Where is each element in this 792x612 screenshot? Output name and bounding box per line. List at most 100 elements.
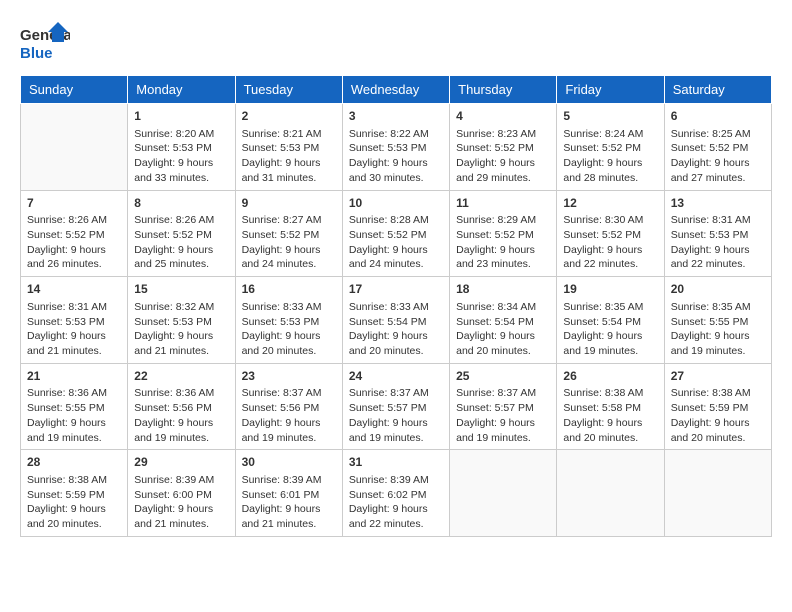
day-of-week-header: Friday — [557, 76, 664, 104]
daylight-text: Daylight: 9 hours and 20 minutes. — [563, 416, 657, 445]
daylight-text: Daylight: 9 hours and 23 minutes. — [456, 243, 550, 272]
calendar-cell: 16Sunrise: 8:33 AMSunset: 5:53 PMDayligh… — [235, 277, 342, 364]
sunset-text: Sunset: 5:52 PM — [456, 228, 550, 243]
calendar-cell: 27Sunrise: 8:38 AMSunset: 5:59 PMDayligh… — [664, 363, 771, 450]
sunrise-text: Sunrise: 8:22 AM — [349, 127, 443, 142]
day-number: 17 — [349, 281, 443, 298]
daylight-text: Daylight: 9 hours and 19 minutes. — [349, 416, 443, 445]
sunrise-text: Sunrise: 8:33 AM — [242, 300, 336, 315]
sunset-text: Sunset: 5:56 PM — [134, 401, 228, 416]
sunset-text: Sunset: 5:59 PM — [671, 401, 765, 416]
sunrise-text: Sunrise: 8:27 AM — [242, 213, 336, 228]
sunrise-text: Sunrise: 8:31 AM — [671, 213, 765, 228]
calendar-cell — [21, 104, 128, 191]
sunrise-text: Sunrise: 8:20 AM — [134, 127, 228, 142]
daylight-text: Daylight: 9 hours and 31 minutes. — [242, 156, 336, 185]
sunrise-text: Sunrise: 8:24 AM — [563, 127, 657, 142]
sunrise-text: Sunrise: 8:36 AM — [27, 386, 121, 401]
daylight-text: Daylight: 9 hours and 24 minutes. — [242, 243, 336, 272]
daylight-text: Daylight: 9 hours and 33 minutes. — [134, 156, 228, 185]
sunset-text: Sunset: 5:53 PM — [134, 315, 228, 330]
day-number: 7 — [27, 195, 121, 212]
daylight-text: Daylight: 9 hours and 19 minutes. — [563, 329, 657, 358]
sunrise-text: Sunrise: 8:33 AM — [349, 300, 443, 315]
logo-svg: GeneralBlue — [20, 20, 70, 65]
sunrise-text: Sunrise: 8:37 AM — [349, 386, 443, 401]
day-of-week-header: Saturday — [664, 76, 771, 104]
calendar-cell: 17 Sunrise: 8:33 AMSunset: 5:54 PMDayligh… — [342, 277, 449, 364]
daylight-text: Daylight: 9 hours and 26 minutes. — [27, 243, 121, 272]
calendar-week-row: 1Sunrise: 8:20 AMSunset: 5:53 PMDaylight… — [21, 104, 772, 191]
logo: GeneralBlue — [20, 20, 70, 65]
sunrise-text: Sunrise: 8:38 AM — [27, 473, 121, 488]
sunrise-text: Sunrise: 8:30 AM — [563, 213, 657, 228]
sunset-text: Sunset: 5:53 PM — [242, 141, 336, 156]
calendar-cell — [557, 450, 664, 537]
daylight-text: Daylight: 9 hours and 27 minutes. — [671, 156, 765, 185]
day-number: 21 — [27, 368, 121, 385]
daylight-text: Daylight: 9 hours and 21 minutes. — [134, 502, 228, 531]
day-number: 31 — [349, 454, 443, 471]
sunrise-text: Sunrise: 8:23 AM — [456, 127, 550, 142]
svg-text:Blue: Blue — [20, 45, 53, 62]
sunrise-text: Sunrise: 8:36 AM — [134, 386, 228, 401]
calendar-cell: 7Sunrise: 8:26 AMSunset: 5:52 PMDaylight… — [21, 190, 128, 277]
sunset-text: Sunset: 5:57 PM — [349, 401, 443, 416]
day-number: 2 — [242, 108, 336, 125]
sunset-text: Sunset: 5:54 PM — [563, 315, 657, 330]
sunrise-text: Sunrise: 8:25 AM — [671, 127, 765, 142]
sunrise-text: Sunrise: 8:39 AM — [242, 473, 336, 488]
day-number: 20 — [671, 281, 765, 298]
sunset-text: Sunset: 5:53 PM — [671, 228, 765, 243]
daylight-text: Daylight: 9 hours and 29 minutes. — [456, 156, 550, 185]
sunset-text: Sunset: 5:52 PM — [563, 141, 657, 156]
sunrise-text: Sunrise: 8:39 AM — [134, 473, 228, 488]
calendar-cell: 29Sunrise: 8:39 AMSunset: 6:00 PMDayligh… — [128, 450, 235, 537]
daylight-text: Daylight: 9 hours and 25 minutes. — [134, 243, 228, 272]
daylight-text: Daylight: 9 hours and 19 minutes. — [134, 416, 228, 445]
calendar-cell: 10Sunrise: 8:28 AMSunset: 5:52 PMDayligh… — [342, 190, 449, 277]
sunset-text: Sunset: 5:52 PM — [27, 228, 121, 243]
sunrise-text: Sunrise: 8:26 AM — [134, 213, 228, 228]
day-number: 9 — [242, 195, 336, 212]
day-number: 26 — [563, 368, 657, 385]
day-number: 18 — [456, 281, 550, 298]
calendar-week-row: 21Sunrise: 8:36 AMSunset: 5:55 PMDayligh… — [21, 363, 772, 450]
sunrise-text: Sunrise: 8:34 AM — [456, 300, 550, 315]
day-number: 5 — [563, 108, 657, 125]
calendar-cell: 25Sunrise: 8:37 AMSunset: 5:57 PMDayligh… — [450, 363, 557, 450]
sunset-text: Sunset: 5:54 PM — [349, 315, 443, 330]
calendar-cell: 21Sunrise: 8:36 AMSunset: 5:55 PMDayligh… — [21, 363, 128, 450]
sunset-text: Sunset: 5:52 PM — [134, 228, 228, 243]
page-header: GeneralBlue — [20, 20, 772, 65]
day-number: 15 — [134, 281, 228, 298]
calendar-cell: 2Sunrise: 8:21 AMSunset: 5:53 PMDaylight… — [235, 104, 342, 191]
daylight-text: Daylight: 9 hours and 20 minutes. — [349, 329, 443, 358]
daylight-text: Daylight: 9 hours and 19 minutes. — [671, 329, 765, 358]
calendar-cell: 1Sunrise: 8:20 AMSunset: 5:53 PMDaylight… — [128, 104, 235, 191]
day-of-week-header: Wednesday — [342, 76, 449, 104]
calendar-cell: 18Sunrise: 8:34 AMSunset: 5:54 PMDayligh… — [450, 277, 557, 364]
calendar-cell: 31Sunrise: 8:39 AMSunset: 6:02 PMDayligh… — [342, 450, 449, 537]
sunset-text: Sunset: 5:52 PM — [242, 228, 336, 243]
calendar-week-row: 28Sunrise: 8:38 AMSunset: 5:59 PMDayligh… — [21, 450, 772, 537]
calendar-cell: 19Sunrise: 8:35 AMSunset: 5:54 PMDayligh… — [557, 277, 664, 364]
calendar-header-row: SundayMondayTuesdayWednesdayThursdayFrid… — [21, 76, 772, 104]
daylight-text: Daylight: 9 hours and 22 minutes. — [671, 243, 765, 272]
daylight-text: Daylight: 9 hours and 20 minutes. — [671, 416, 765, 445]
calendar-cell: 13Sunrise: 8:31 AMSunset: 5:53 PMDayligh… — [664, 190, 771, 277]
calendar-cell: 14Sunrise: 8:31 AMSunset: 5:53 PMDayligh… — [21, 277, 128, 364]
sunrise-text: Sunrise: 8:38 AM — [563, 386, 657, 401]
sunrise-text: Sunrise: 8:29 AM — [456, 213, 550, 228]
calendar-cell — [664, 450, 771, 537]
daylight-text: Daylight: 9 hours and 28 minutes. — [563, 156, 657, 185]
sunset-text: Sunset: 5:55 PM — [27, 401, 121, 416]
daylight-text: Daylight: 9 hours and 22 minutes. — [349, 502, 443, 531]
sunrise-text: Sunrise: 8:32 AM — [134, 300, 228, 315]
calendar-cell: 20Sunrise: 8:35 AMSunset: 5:55 PMDayligh… — [664, 277, 771, 364]
day-number: 22 — [134, 368, 228, 385]
day-number: 1 — [134, 108, 228, 125]
calendar-cell: 3Sunrise: 8:22 AMSunset: 5:53 PMDaylight… — [342, 104, 449, 191]
calendar-cell: 30Sunrise: 8:39 AMSunset: 6:01 PMDayligh… — [235, 450, 342, 537]
sunset-text: Sunset: 5:52 PM — [456, 141, 550, 156]
